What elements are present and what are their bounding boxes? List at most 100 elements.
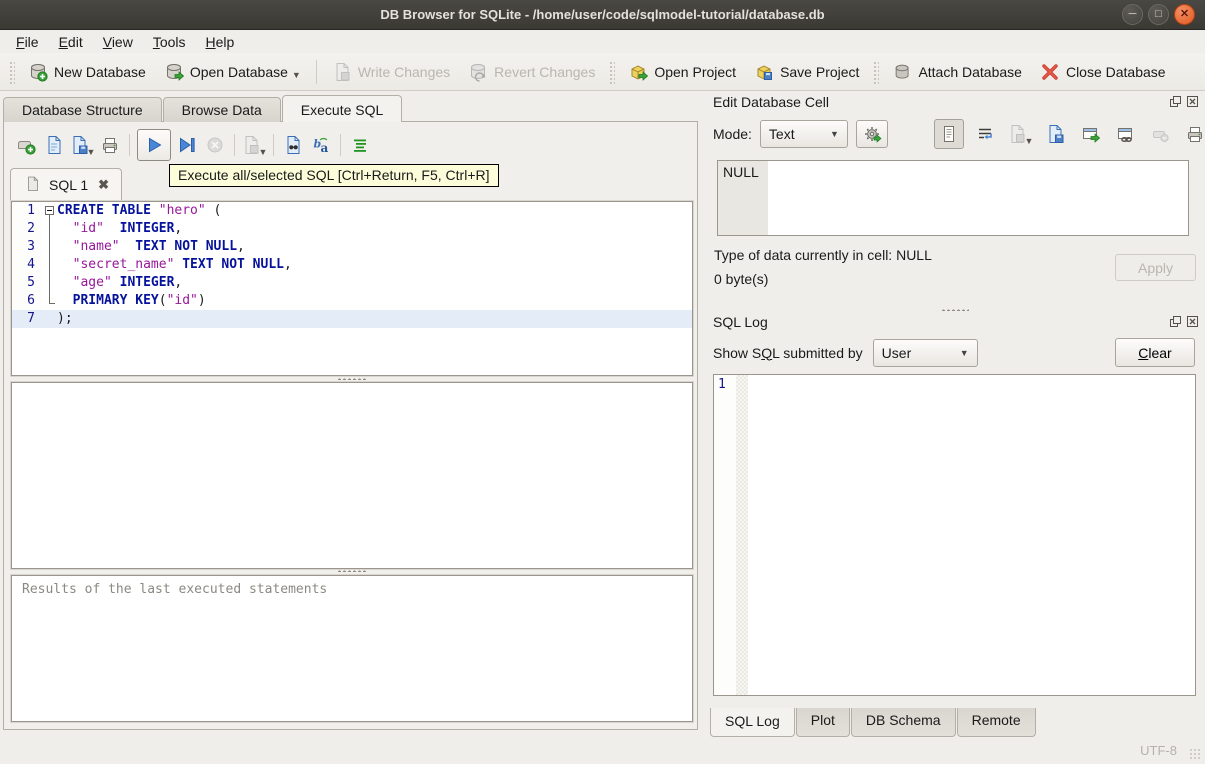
menu-file[interactable]: File: [6, 32, 49, 52]
cell-value-editor[interactable]: NULL: [717, 160, 1189, 236]
format-sql-icon: [350, 135, 370, 155]
clear-log-button[interactable]: Clear: [1115, 338, 1195, 367]
line-number: 5: [12, 274, 42, 292]
save-results-button[interactable]: ▼: [240, 131, 268, 159]
editor-line[interactable]: 6 PRIMARY KEY("id"): [12, 292, 692, 310]
splitter-results-messages[interactable]: [11, 568, 693, 574]
stop-execution-button[interactable]: [201, 131, 229, 159]
open-in-external-button[interactable]: [1076, 120, 1104, 148]
fold-margin: [42, 256, 57, 274]
print-cell-button[interactable]: [1181, 120, 1205, 148]
save-sql-file-button[interactable]: ▼: [68, 131, 96, 159]
text-mode-document-button[interactable]: [934, 119, 964, 149]
toolbar-drag-handle[interactable]: [8, 59, 15, 84]
chevron-down-icon: ▼: [959, 347, 969, 358]
sql-log-filter-row: Show SQL submitted by User ▼ Clear: [713, 338, 1195, 367]
menu-tools[interactable]: Tools: [143, 32, 196, 52]
execution-results-pane[interactable]: Results of the last executed statements: [10, 574, 694, 723]
window-maximize-button[interactable]: □: [1148, 4, 1169, 25]
sql-log-area[interactable]: 1: [713, 374, 1196, 696]
dock-float-icon[interactable]: [1169, 95, 1182, 108]
execute-all-button[interactable]: [137, 129, 171, 161]
fold-margin: [42, 292, 57, 310]
cell-mode-select[interactable]: Text ▼: [759, 120, 848, 148]
edit-cell-dock-buttons: [1169, 95, 1199, 108]
bottom-tab-sql-log[interactable]: SQL Log: [710, 708, 795, 737]
bottom-tab-plot[interactable]: Plot: [795, 708, 850, 737]
find-replace-icon: [283, 135, 303, 155]
sql-editor-tab[interactable]: SQL 1 ✖: [10, 168, 123, 201]
find-replace-button[interactable]: [279, 131, 307, 159]
window-minimize-button[interactable]: ─: [1122, 4, 1143, 25]
bottom-tab-remote[interactable]: Remote: [956, 708, 1036, 737]
open-sql-file-icon: [44, 135, 64, 155]
menu-help[interactable]: Help: [196, 32, 245, 52]
dock-close-icon[interactable]: [1186, 95, 1199, 108]
cell-editor-icons: ▼: [934, 119, 1205, 149]
encoding-indicator[interactable]: UTF-8: [1140, 743, 1177, 758]
title-bar: DB Browser for SQLite - /home/user/code/…: [0, 0, 1205, 30]
set-null-button[interactable]: [1146, 120, 1174, 148]
tab-browse-data[interactable]: Browse Data: [162, 97, 281, 122]
open-project-button[interactable]: Open Project: [619, 57, 745, 87]
window-close-button[interactable]: ✕: [1174, 4, 1195, 25]
dock-splitter[interactable]: [704, 306, 1205, 314]
open-in-external-icon: [1080, 124, 1100, 144]
toolbar-separator: [234, 134, 235, 156]
tab-database-structure[interactable]: Database Structure: [3, 97, 162, 122]
menu-view[interactable]: View: [93, 32, 143, 52]
editor-line[interactable]: 2 "id" INTEGER,: [12, 220, 692, 238]
sql-code-editor[interactable]: 1 CREATE TABLE "hero" (2 "id" INTEGER, 3 "…: [10, 200, 694, 377]
editor-line[interactable]: 1 CREATE TABLE "hero" (: [12, 202, 692, 220]
auto-completion-button[interactable]: ba: [307, 131, 335, 159]
dock-close-icon[interactable]: [1186, 315, 1199, 328]
editor-line[interactable]: 3 "name" TEXT NOT NULL,: [12, 238, 692, 256]
print-sql-button[interactable]: [96, 131, 124, 159]
resize-grip[interactable]: [1189, 748, 1201, 760]
import-data-button[interactable]: ▼: [1006, 120, 1034, 148]
export-data-button[interactable]: [1041, 120, 1069, 148]
link-data-button[interactable]: [1111, 120, 1139, 148]
new-database-icon: [28, 62, 48, 82]
revert-changes-button[interactable]: Revert Changes: [459, 57, 604, 87]
editor-line[interactable]: 4 "secret_name" TEXT NOT NULL,: [12, 256, 692, 274]
attach-database-button[interactable]: Attach Database: [883, 57, 1031, 87]
word-wrap-button[interactable]: [971, 120, 999, 148]
dock-float-icon[interactable]: [1169, 315, 1182, 328]
fold-margin: [42, 238, 57, 256]
apply-settings-button[interactable]: [855, 120, 888, 148]
new-sql-tab-button[interactable]: [12, 131, 40, 159]
fold-margin: [42, 274, 57, 292]
log-filter-select[interactable]: User ▼: [872, 338, 978, 367]
main-toolbar: New Database Open Database ▼ Write Changes R…: [0, 53, 1205, 91]
save-project-button[interactable]: Save Project: [745, 57, 868, 87]
svg-text:a: a: [321, 141, 329, 155]
sql-editor-tab-bar: SQL 1 ✖: [10, 168, 123, 201]
open-database-button[interactable]: Open Database ▼: [155, 57, 310, 87]
apply-button[interactable]: Apply: [1115, 254, 1196, 281]
execute-current-line-button[interactable]: [173, 131, 201, 159]
menu-edit[interactable]: Edit: [49, 32, 93, 52]
format-sql-button[interactable]: [346, 131, 374, 159]
query-results-table-pane[interactable]: [10, 381, 694, 570]
toolbar-drag-handle[interactable]: [872, 59, 880, 84]
fold-margin[interactable]: [42, 202, 57, 220]
bottom-tab-bar: SQL Log Plot DB Schema Remote: [710, 708, 1037, 737]
close-tab-icon[interactable]: ✖: [98, 177, 109, 193]
write-changes-button[interactable]: Write Changes: [323, 57, 459, 87]
fold-margin: [42, 310, 57, 328]
new-database-button[interactable]: New Database: [19, 57, 155, 87]
close-database-button[interactable]: Close Database: [1031, 57, 1175, 87]
export-data-icon: [1045, 124, 1065, 144]
bottom-tab-db-schema[interactable]: DB Schema: [850, 708, 956, 737]
log-fold-margin: [736, 375, 748, 695]
edit-cell-dock-title: Edit Database Cell: [713, 94, 829, 110]
tab-execute-sql[interactable]: Execute SQL: [281, 95, 403, 122]
editor-line[interactable]: 7);: [12, 310, 692, 328]
print-sql-icon: [100, 135, 120, 155]
cell-mode-row: Mode: Text ▼: [713, 120, 888, 148]
toolbar-drag-handle[interactable]: [608, 59, 616, 84]
execute-sql-panel: ▼ ▼ b a SQL 1 ✖ Execute all/selected SQL [Ct…: [3, 121, 698, 730]
editor-line[interactable]: 5 "age" INTEGER,: [12, 274, 692, 292]
open-sql-file-button[interactable]: [40, 131, 68, 159]
